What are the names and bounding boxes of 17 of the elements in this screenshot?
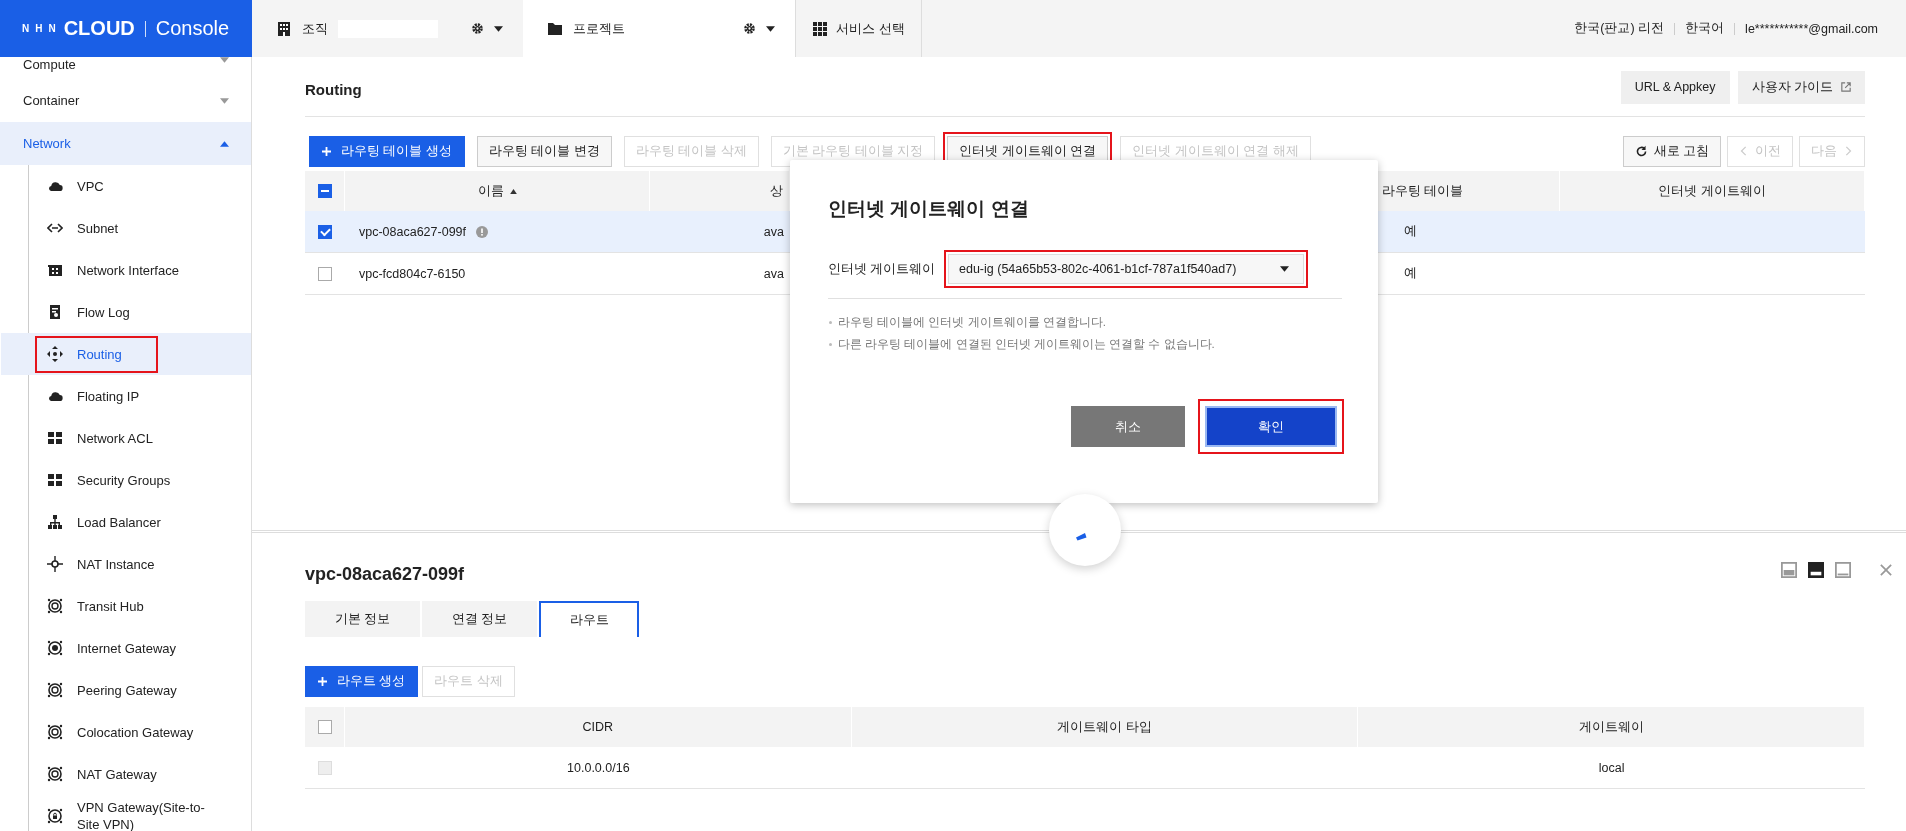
help-text: 라우팅 테이블에 인터넷 게이트웨이를 연결합니다.	[828, 311, 1348, 333]
table-cell: 예	[1404, 265, 1417, 282]
table-cell: 예	[1404, 223, 1417, 240]
table-cell: vpc-08aca627-099f	[359, 224, 467, 239]
column-header: 게이트웨이 타입	[851, 707, 1359, 747]
dialog-title: 인터넷 게이트웨이 연결	[828, 197, 1030, 221]
field-label: 인터넷 게이트웨이	[828, 260, 937, 278]
table-cell: vpc-fcd804c7-6150	[359, 266, 466, 281]
column-header: 게이트웨이	[1358, 707, 1865, 747]
detail-title: vpc-08aca627-099f	[305, 562, 465, 585]
table-cell: 10.0.0.0/16	[567, 760, 630, 775]
table-cell: local	[1598, 760, 1625, 775]
page-title: Routing	[305, 79, 362, 98]
table-cell: ava	[763, 224, 784, 239]
column-header: CIDR	[345, 707, 852, 747]
help-text: 다른 라우팅 테이블에 연결된 인터넷 게이트웨이는 연결할 수 없습니다.	[828, 333, 1348, 355]
table-cell: ava	[763, 266, 784, 281]
